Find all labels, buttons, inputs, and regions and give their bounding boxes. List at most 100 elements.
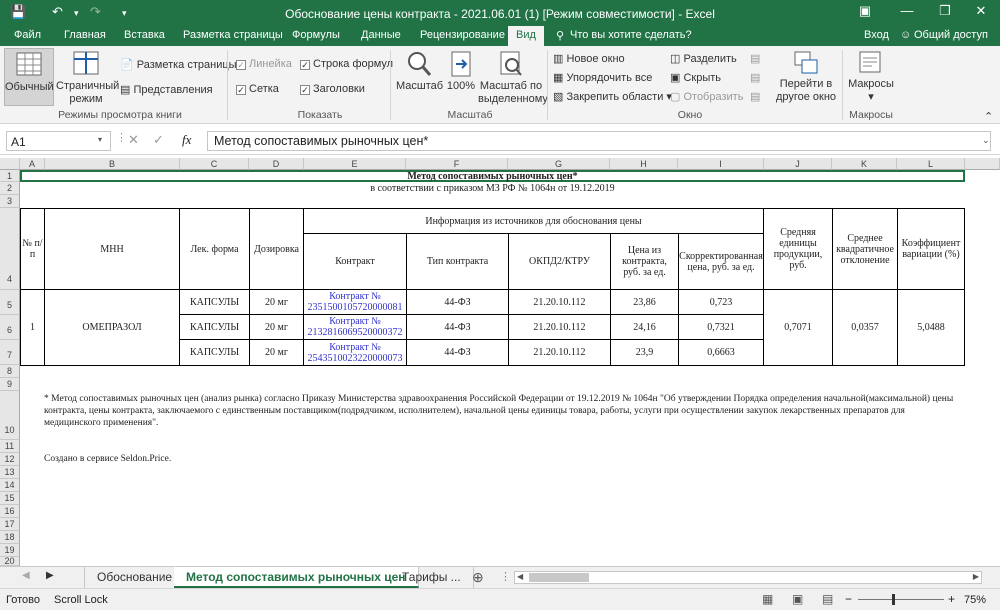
minimize-button[interactable]: — [892, 3, 922, 18]
freeze-panes-button[interactable]: ▧ Закрепить области ▾ [553, 90, 672, 103]
row-header[interactable]: 15 [0, 492, 20, 505]
row-header[interactable]: 12 [0, 453, 20, 466]
select-all-corner[interactable] [0, 158, 20, 170]
unhide-button[interactable]: ▢ Отобразить [670, 90, 743, 103]
row-header[interactable]: 6 [0, 315, 20, 340]
split-button[interactable]: ◫ Разделить [670, 52, 737, 65]
cell-type[interactable]: 44-ФЗ [406, 289, 509, 315]
sign-in-link[interactable]: Вход [864, 29, 889, 41]
zoom-out-button[interactable]: − [845, 592, 852, 606]
sync-scroll-icon[interactable]: ▤ [750, 71, 760, 84]
macros-button[interactable]: Макросы ▾ [846, 50, 896, 104]
cell-price[interactable]: 23,86 [610, 289, 679, 315]
row-header[interactable]: 11 [0, 440, 20, 453]
column-header[interactable]: E [304, 158, 406, 170]
cell-dose[interactable]: 20 мг [249, 314, 304, 340]
collapse-ribbon-icon[interactable]: ⌃ [984, 110, 993, 123]
header-adjusted[interactable]: Скорректированная цена, руб. за ед. [678, 233, 764, 290]
row-header[interactable]: 8 [0, 365, 20, 378]
ruler-checkbox[interactable]: ✓ Линейка [236, 58, 292, 70]
share-button[interactable]: Общий доступ [914, 29, 988, 41]
column-header[interactable]: G [508, 158, 610, 170]
cell-okpd[interactable]: 21.20.10.112 [508, 289, 611, 315]
custom-views-button[interactable]: ▤ Представления [120, 83, 213, 96]
cell-form[interactable]: КАПСУЛЫ [179, 314, 250, 340]
cell-okpd[interactable]: 21.20.10.112 [508, 314, 611, 340]
row-header[interactable]: 4 [0, 208, 20, 290]
column-header[interactable]: C [180, 158, 249, 170]
cell-type[interactable]: 44-ФЗ [406, 339, 509, 366]
zoom-100-button[interactable]: 100% [446, 50, 476, 93]
header-average[interactable]: Средняя единицы продукции, руб. [763, 208, 833, 290]
column-header[interactable]: D [249, 158, 304, 170]
column-header[interactable]: B [45, 158, 180, 170]
tab-formulas[interactable]: Формулы [292, 29, 340, 41]
row-header[interactable]: 13 [0, 466, 20, 479]
column-header[interactable] [965, 158, 1000, 170]
row-header[interactable]: 2 [0, 182, 20, 195]
hide-button[interactable]: ▣ Скрыть [670, 71, 721, 84]
scroll-right-icon[interactable]: ▶ [46, 570, 54, 581]
cell-variation[interactable]: 5,0488 [897, 289, 965, 366]
cell-num[interactable]: 1 [20, 289, 45, 366]
zoom-in-button[interactable]: + [948, 592, 955, 606]
reset-position-icon[interactable]: ▤ [750, 90, 760, 103]
worksheet-grid[interactable]: A B C D E F G H I J K L 1 2 3 4 5 6 7 8 … [0, 158, 1000, 566]
header-okpd[interactable]: ОКПД2/КТРУ [508, 233, 611, 290]
tab-data[interactable]: Данные [361, 29, 401, 41]
formula-input[interactable]: Метод сопоставимых рыночных цен* [207, 131, 991, 151]
header-dose[interactable]: Дозировка [249, 208, 304, 290]
sheet-tab[interactable]: Тарифы ... [390, 567, 474, 588]
tab-review[interactable]: Рецензирование [420, 29, 505, 41]
column-header[interactable]: L [897, 158, 965, 170]
cell-stddev[interactable]: 0,0357 [832, 289, 898, 366]
cell-adjusted[interactable]: 0,7321 [678, 314, 764, 340]
cell-adjusted[interactable]: 0,723 [678, 289, 764, 315]
column-header[interactable]: F [406, 158, 508, 170]
zoom-button[interactable]: Масштаб [396, 50, 443, 93]
footnote[interactable]: * Метод сопоставимых рыночных цен (анали… [44, 391, 959, 431]
zoom-level[interactable]: 75% [964, 594, 986, 606]
expand-formula-icon[interactable]: ⌄ [982, 135, 990, 146]
header-contract[interactable]: Контракт [303, 233, 407, 290]
cell-contract-link[interactable]: Контракт № 2351500105720000081 [303, 289, 407, 315]
tab-insert[interactable]: Вставка [124, 29, 165, 41]
cell-contract-link[interactable]: Контракт № 2132816069520000372 [303, 314, 407, 340]
enter-icon[interactable]: ✓ [153, 132, 164, 148]
name-box[interactable]: A1 [6, 131, 111, 151]
page-layout-icon[interactable]: ▣ [792, 592, 803, 606]
cancel-icon[interactable]: ✕ [128, 132, 139, 148]
ribbon-display-icon[interactable]: ▣ [850, 3, 880, 19]
tab-home[interactable]: Главная [64, 29, 106, 41]
header-price[interactable]: Цена из контракта, руб. за ед. [610, 233, 679, 290]
tell-me-input[interactable]: Что вы хотите сделать? [570, 29, 692, 41]
view-side-by-side-icon[interactable]: ▤ [750, 52, 760, 65]
header-info[interactable]: Информация из источников для обоснования… [303, 208, 764, 234]
gridlines-checkbox[interactable]: ✓ Сетка [236, 83, 279, 95]
cell-dose[interactable]: 20 мг [249, 339, 304, 366]
new-window-button[interactable]: ▥ Новое окно [553, 52, 625, 65]
sheet-subtitle[interactable]: в соответствии с приказом МЗ РФ № 1064н … [20, 182, 965, 195]
add-sheet-icon[interactable]: ⊕ [472, 569, 484, 586]
tab-file[interactable]: Файл [14, 29, 41, 41]
column-header[interactable]: K [832, 158, 897, 170]
cell-adjusted[interactable]: 0,6663 [678, 339, 764, 366]
column-header[interactable]: A [20, 158, 45, 170]
zoom-slider[interactable] [858, 599, 944, 600]
cell-average[interactable]: 0,7071 [763, 289, 833, 366]
header-form[interactable]: Лек. форма [179, 208, 250, 290]
scrollbar-thumb[interactable] [529, 573, 589, 582]
row-header[interactable]: 16 [0, 505, 20, 518]
row-header[interactable]: 17 [0, 518, 20, 531]
cell-type[interactable]: 44-ФЗ [406, 314, 509, 340]
page-break-icon[interactable]: ▤ [822, 592, 833, 606]
maximize-button[interactable]: ❐ [930, 3, 960, 19]
normal-view-button[interactable]: Обычный [4, 48, 54, 106]
header-variation[interactable]: Коэффициент вариации (%) [897, 208, 965, 290]
row-header[interactable]: 20 [0, 557, 20, 566]
row-header[interactable]: 5 [0, 290, 20, 315]
sheet-tab[interactable]: Обоснование [84, 567, 186, 588]
insert-function-icon[interactable]: fx [182, 132, 191, 148]
horizontal-scrollbar[interactable]: ◀ ▶ [514, 571, 982, 584]
column-header[interactable]: I [678, 158, 764, 170]
